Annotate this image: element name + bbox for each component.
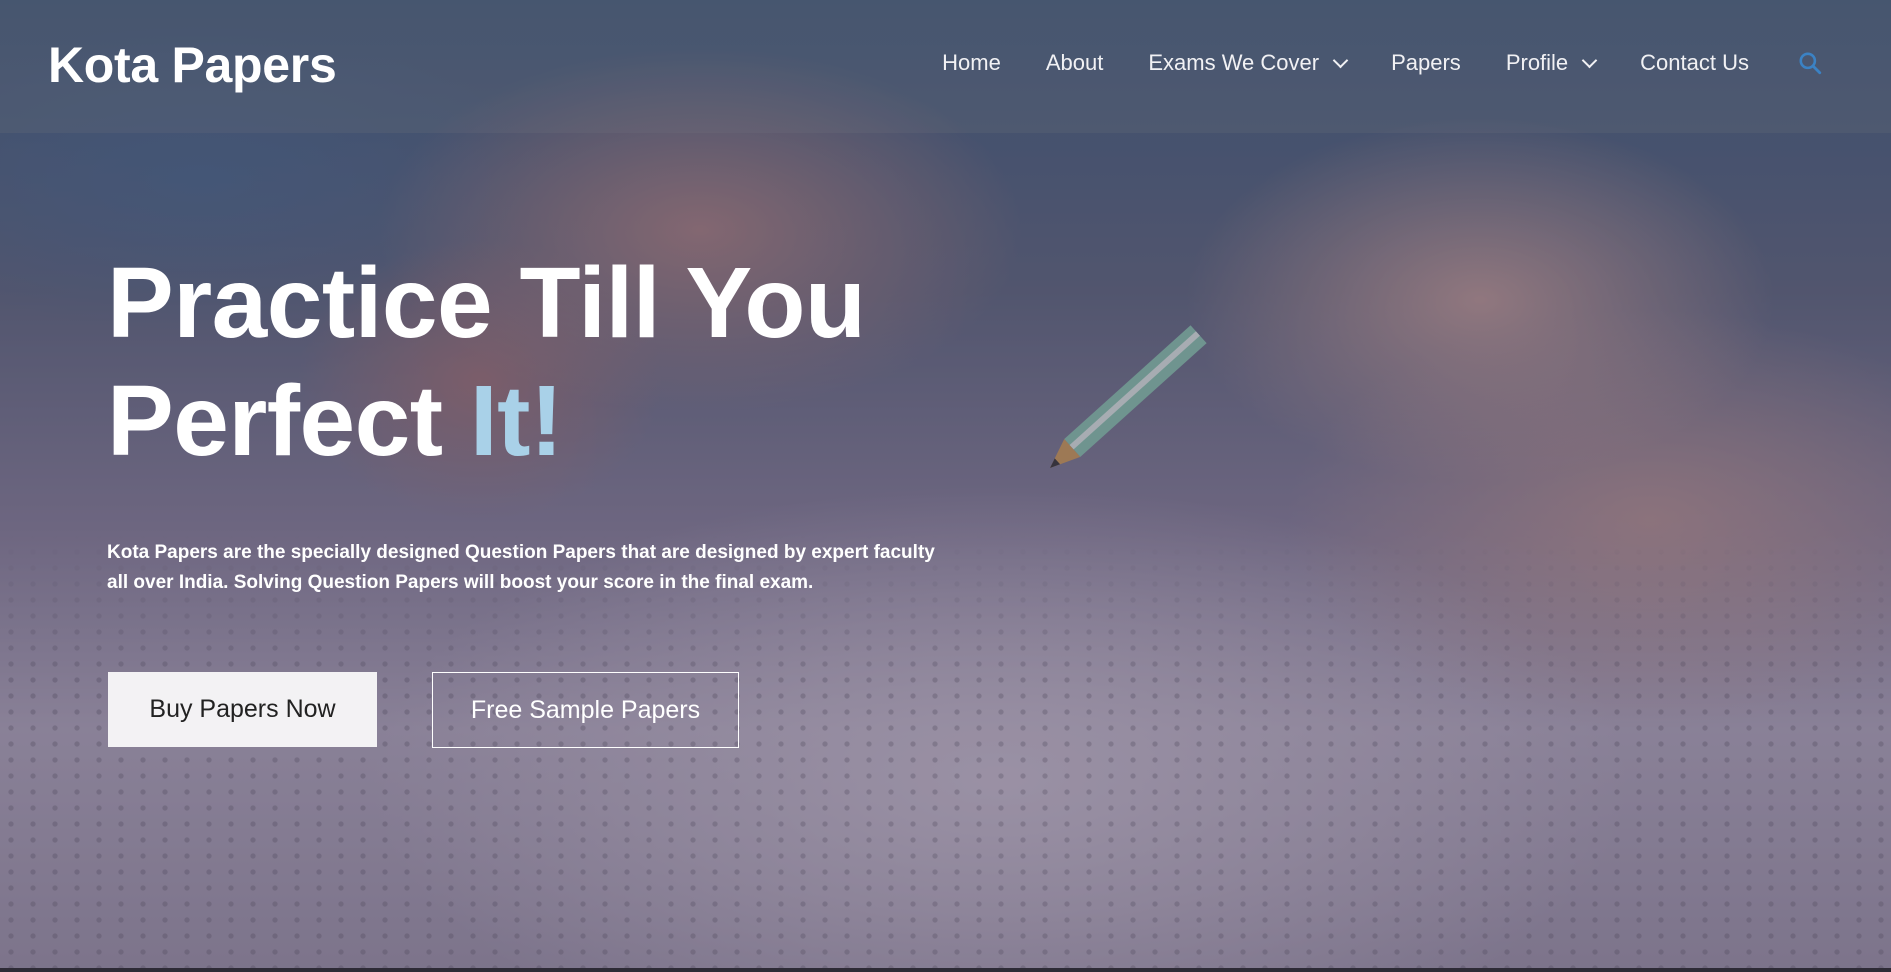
page-bottom-edge [0,968,1891,972]
nav-item-label: Exams We Cover [1148,50,1320,75]
page: Kota Papers Home About Exams We Cover Pa… [0,0,1891,972]
headline-line-1: Practice Till You [107,247,866,359]
hero-headline: Practice Till You Perfect It! [107,244,866,480]
nav-item-home[interactable]: Home [942,50,1001,76]
nav-item-label: Profile [1505,50,1569,75]
hero-description: Kota Papers are the specially designed Q… [107,542,935,593]
nav-item-label: About [1045,50,1104,75]
nav-item-label: Contact Us [1640,50,1749,75]
chevron-down-icon [1581,52,1598,68]
hero-overlay [0,0,1891,972]
nav-item-profile[interactable]: Profile [1505,50,1598,76]
nav-item-papers[interactable]: Papers [1391,50,1461,76]
site-logo[interactable]: Kota Papers [48,36,337,94]
chevron-down-icon [1332,52,1349,68]
nav-item-label: Papers [1391,50,1461,75]
nav-item-label: Home [942,50,1001,75]
buy-papers-now-button[interactable]: Buy Papers Now [108,672,377,747]
nav-item-contact-us[interactable]: Contact Us [1640,50,1749,76]
nav-item-exams-we-cover[interactable]: Exams We Cover [1148,50,1349,76]
headline-line-2-prefix: Perfect [107,365,470,477]
main-nav: Home About Exams We Cover Papers Profile… [897,50,1823,76]
free-sample-papers-button[interactable]: Free Sample Papers [432,672,739,748]
site-header: Kota Papers Home About Exams We Cover Pa… [0,0,1891,133]
headline-accent: It! [469,365,563,477]
search-icon[interactable] [1797,50,1823,76]
nav-item-about[interactable]: About [1046,50,1104,76]
